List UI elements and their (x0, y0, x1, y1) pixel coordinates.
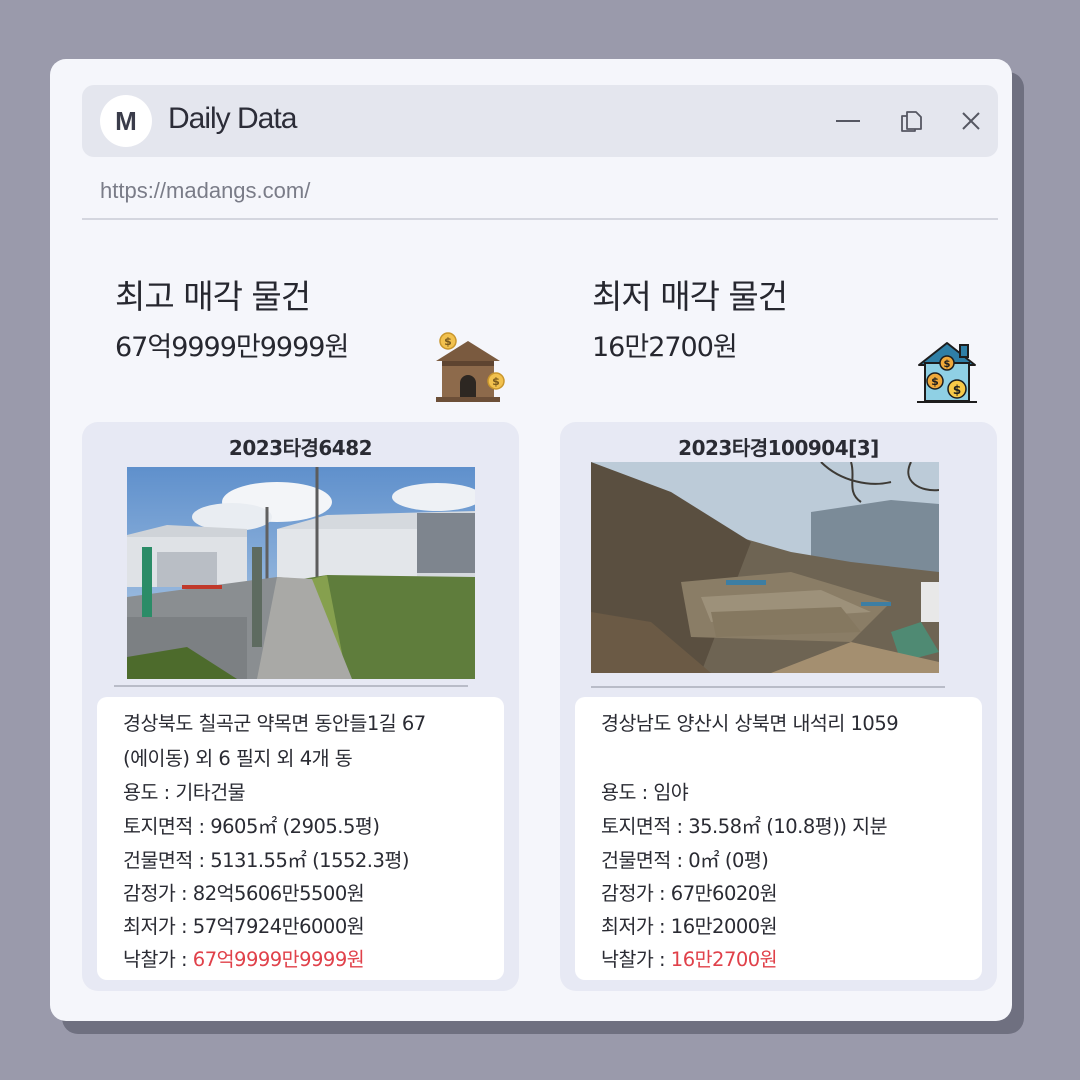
svg-text:$: $ (944, 359, 951, 370)
app-title: Daily Data (168, 102, 297, 135)
highest-price: 67억9999만9999원 (115, 332, 349, 363)
highest-case-number[interactable]: 2023타경6482 (82, 432, 519, 461)
highest-property-card[interactable]: 2023타경6482 경상북도 칠곡군 약목면 동안들1길 67 (에이동) 외… (82, 422, 519, 991)
svg-text:$: $ (931, 375, 939, 388)
lowest-heading: 최저 매각 물건 (592, 277, 788, 316)
url-text[interactable]: https://madangs.com/ (100, 178, 310, 204)
highest-address-line1: 경상북도 칠곡군 약목면 동안들1길 67 (123, 712, 426, 735)
lowest-minimum: 최저가 : 16만2000원 (601, 915, 778, 938)
highest-land-area: 토지면적 : 9605㎡ (2905.5평) (123, 815, 380, 838)
lowest-case-number[interactable]: 2023타경100904[3] (560, 432, 997, 461)
header-divider (82, 218, 998, 220)
highest-heading: 최고 매각 물건 (115, 277, 311, 316)
lowest-appraisal: 감정가 : 67만6020원 (601, 882, 778, 905)
lowest-winning-bid: 낙찰가 : 16만2700원 (601, 943, 778, 972)
lowest-price: 16만2700원 (592, 332, 738, 363)
highest-winning-value: 67억9999만9999원 (192, 948, 365, 971)
highest-winning-label: 낙찰가 : (123, 948, 193, 971)
highest-property-photo (127, 467, 475, 679)
lowest-photo-separator (591, 686, 945, 688)
highest-use: 용도 : 기타건물 (123, 781, 246, 804)
house-coins-icon: $ $ $ (917, 342, 977, 403)
highest-minimum: 최저가 : 57억7924만6000원 (123, 915, 365, 938)
highest-photo-separator (114, 685, 468, 687)
minimize-icon[interactable] (834, 107, 862, 135)
lowest-building-area: 건물면적 : 0㎡ (0평) (601, 849, 769, 872)
house-money-icon: $ $ (436, 332, 505, 402)
lowest-use: 용도 : 임야 (601, 781, 689, 804)
highest-details-panel: 경상북도 칠곡군 약목면 동안들1길 67 (에이동) 외 6 필지 외 4개 … (97, 697, 504, 980)
title-bar: M Daily Data (82, 85, 998, 157)
svg-text:$: $ (953, 383, 961, 397)
svg-text:$: $ (444, 335, 452, 348)
close-icon[interactable] (957, 107, 985, 135)
app-logo: M (100, 95, 152, 147)
highest-building-area: 건물면적 : 5131.55㎡ (1552.3평) (123, 849, 409, 872)
lowest-property-card[interactable]: 2023타경100904[3] 경상남도 양산시 상북면 내석리 1059 용도… (560, 422, 997, 991)
restore-icon[interactable] (897, 107, 925, 135)
highest-appraisal: 감정가 : 82억5606만5500원 (123, 882, 365, 905)
lowest-winning-label: 낙찰가 : (601, 948, 671, 971)
highest-winning-bid: 낙찰가 : 67억9999만9999원 (123, 943, 365, 972)
lowest-property-photo (591, 462, 939, 673)
lowest-land-area: 토지면적 : 35.58㎡ (10.8평)) 지분 (601, 815, 888, 838)
lowest-winning-value: 16만2700원 (670, 948, 778, 971)
svg-text:$: $ (492, 375, 500, 388)
highest-address-line2: (에이동) 외 6 필지 외 4개 동 (123, 747, 353, 770)
lowest-details-panel: 경상남도 양산시 상북면 내석리 1059 용도 : 임야 토지면적 : 35.… (575, 697, 982, 980)
lowest-address-line1: 경상남도 양산시 상북면 내석리 1059 (601, 712, 899, 735)
app-window: M Daily Data https://madangs.com/ 최고 매각 … (50, 59, 1012, 1021)
